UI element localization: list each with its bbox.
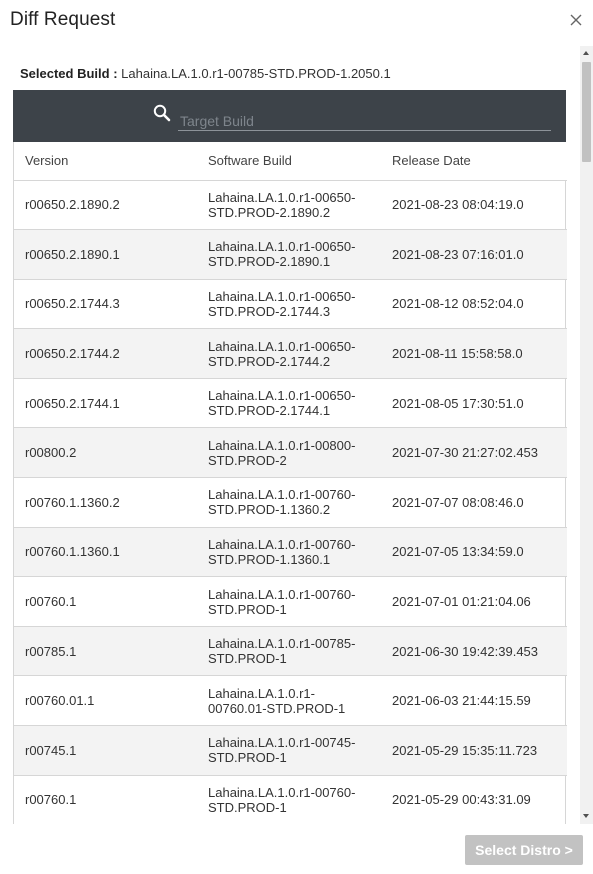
- release-date-cell: 2021-05-29 00:43:31.09: [381, 775, 567, 824]
- release-date-cell: 2021-08-23 08:04:19.0: [381, 180, 567, 231]
- release-date-cell: 2021-07-05 13:34:59.0: [381, 527, 567, 578]
- release-date-cell: 2021-08-05 17:30:51.0: [381, 378, 567, 429]
- software-build-cell: Lahaina.LA.1.0.r1-00650-STD.PROD-2.1744.…: [197, 279, 381, 330]
- table-row[interactable]: r00650.2.1890.2 Lahaina.LA.1.0.r1-00650-S…: [14, 180, 567, 231]
- column-header-software-build[interactable]: Software Build: [197, 142, 381, 181]
- release-date-cell: 2021-07-01 01:21:04.06: [381, 576, 567, 627]
- version-cell: r00760.1.1360.1: [14, 527, 197, 578]
- software-build-cell: Lahaina.LA.1.0.r1-00760.01-STD.PROD-1: [197, 675, 381, 727]
- release-date-cell: 2021-08-11 15:58:58.0: [381, 328, 567, 379]
- version-cell: r00760.1.1360.2: [14, 477, 197, 528]
- table-row[interactable]: r00650.2.1744.2 Lahaina.LA.1.0.r1-00650-S…: [14, 328, 567, 379]
- release-date-cell: 2021-08-12 08:52:04.0: [381, 279, 567, 330]
- release-date-cell: 2021-05-29 15:35:11.723: [381, 725, 567, 776]
- software-build-cell: Lahaina.LA.1.0.r1-00745-STD.PROD-1: [197, 725, 381, 776]
- software-build-cell: Lahaina.LA.1.0.r1-00800-STD.PROD-2: [197, 427, 381, 479]
- version-cell: r00650.2.1744.2: [14, 328, 197, 379]
- version-cell: r00650.2.1890.2: [14, 180, 197, 231]
- builds-table: Version Software Build Release Date r006…: [13, 142, 567, 824]
- selected-build-value: Lahaina.LA.1.0.r1-00785-STD.PROD-1.2050.…: [121, 66, 391, 81]
- table-row[interactable]: r00650.2.1744.3 Lahaina.LA.1.0.r1-00650-S…: [14, 279, 567, 330]
- software-build-cell: Lahaina.LA.1.0.r1-00785-STD.PROD-1: [197, 626, 381, 677]
- version-cell: r00650.2.1744.1: [14, 378, 197, 429]
- dialog-title: Diff Request: [10, 9, 116, 30]
- selected-build-label: Selected Build :: [20, 66, 118, 81]
- release-date-cell: 2021-08-23 07:16:01.0: [381, 229, 567, 280]
- scroll-thumb[interactable]: [582, 62, 591, 162]
- release-date-cell: 2021-06-03 21:44:15.59: [381, 675, 567, 727]
- version-cell: r00800.2: [14, 427, 197, 479]
- column-header-release-date[interactable]: Release Date: [381, 142, 567, 181]
- software-build-cell: Lahaina.LA.1.0.r1-00650-STD.PROD-2.1744.…: [197, 328, 381, 379]
- software-build-cell: Lahaina.LA.1.0.r1-00650-STD.PROD-2.1890.…: [197, 229, 381, 280]
- selected-build: Selected Build : Lahaina.LA.1.0.r1-00785…: [20, 66, 391, 81]
- software-build-cell: Lahaina.LA.1.0.r1-00650-STD.PROD-2.1744.…: [197, 378, 381, 429]
- target-build-search-input[interactable]: [178, 109, 551, 131]
- version-cell: r00760.1: [14, 775, 197, 824]
- table-row[interactable]: r00650.2.1890.1 Lahaina.LA.1.0.r1-00650-S…: [14, 229, 567, 280]
- scroll-down-arrow-icon[interactable]: [583, 814, 589, 818]
- table-row[interactable]: r00800.2 Lahaina.LA.1.0.r1-00800-STD.PROD…: [14, 427, 567, 479]
- table-header-row: Version Software Build Release Date: [14, 142, 567, 181]
- release-date-cell: 2021-06-30 19:42:39.453: [381, 626, 567, 677]
- close-icon[interactable]: [565, 9, 587, 31]
- software-build-cell: Lahaina.LA.1.0.r1-00760-STD.PROD-1.1360.…: [197, 477, 381, 528]
- version-cell: r00760.1: [14, 576, 197, 627]
- version-cell: r00785.1: [14, 626, 197, 677]
- table-row[interactable]: r00760.01.1 Lahaina.LA.1.0.r1-00760.01-ST…: [14, 675, 567, 727]
- table-row[interactable]: r00785.1 Lahaina.LA.1.0.r1-00785-STD.PROD…: [14, 626, 567, 677]
- column-header-version[interactable]: Version: [14, 142, 197, 181]
- software-build-cell: Lahaina.LA.1.0.r1-00760-STD.PROD-1.1360.…: [197, 527, 381, 578]
- software-build-cell: Lahaina.LA.1.0.r1-00760-STD.PROD-1: [197, 775, 381, 824]
- select-distro-button[interactable]: Select Distro >: [465, 835, 583, 865]
- close-button[interactable]: [565, 9, 587, 31]
- table-row[interactable]: r00760.1.1360.1 Lahaina.LA.1.0.r1-00760-S…: [14, 527, 567, 578]
- vertical-scrollbar[interactable]: [580, 46, 593, 824]
- search-bar: [13, 90, 566, 142]
- version-cell: r00650.2.1744.3: [14, 279, 197, 330]
- software-build-cell: Lahaina.LA.1.0.r1-00650-STD.PROD-2.1890.…: [197, 180, 381, 231]
- release-date-cell: 2021-07-30 21:27:02.453: [381, 427, 567, 479]
- scroll-up-arrow-icon[interactable]: [583, 51, 589, 55]
- table-row[interactable]: r00760.1 Lahaina.LA.1.0.r1-00760-STD.PROD…: [14, 576, 567, 627]
- table-row[interactable]: r00760.1 Lahaina.LA.1.0.r1-00760-STD.PROD…: [14, 775, 567, 824]
- software-build-cell: Lahaina.LA.1.0.r1-00760-STD.PROD-1: [197, 576, 381, 627]
- table-row[interactable]: r00650.2.1744.1 Lahaina.LA.1.0.r1-00650-S…: [14, 378, 567, 429]
- version-cell: r00650.2.1890.1: [14, 229, 197, 280]
- dialog-content[interactable]: Selected Build : Lahaina.LA.1.0.r1-00785…: [0, 46, 593, 824]
- search-icon: [153, 104, 171, 122]
- release-date-cell: 2021-07-07 08:08:46.0: [381, 477, 567, 528]
- version-cell: r00760.01.1: [14, 675, 197, 727]
- version-cell: r00745.1: [14, 725, 197, 776]
- table-row[interactable]: r00760.1.1360.2 Lahaina.LA.1.0.r1-00760-S…: [14, 477, 567, 528]
- table-row[interactable]: r00745.1 Lahaina.LA.1.0.r1-00745-STD.PROD…: [14, 725, 567, 776]
